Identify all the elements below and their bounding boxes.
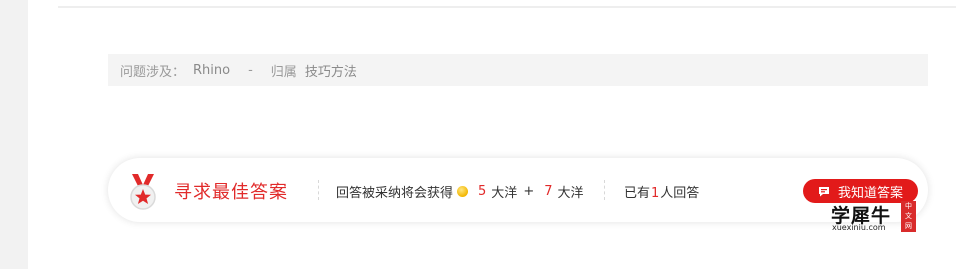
logo-url: xuexiniu.com: [832, 223, 886, 232]
reward-unit: 大洋: [491, 186, 518, 201]
plus-sign: +: [523, 184, 535, 199]
bonus-amount: 7: [544, 184, 553, 199]
topic-separator: -: [248, 62, 253, 78]
coin-icon: [457, 186, 469, 197]
topic-label: 问题涉及：: [120, 64, 186, 80]
answered-prefix: 已有: [624, 186, 651, 201]
topic-category-label: 归属: [270, 64, 297, 80]
answered-count: 1: [651, 186, 660, 201]
answered-suffix: 人回答: [660, 186, 700, 201]
topic-category-link[interactable]: 技巧方法: [305, 61, 357, 80]
reward-prefix: 回答被采纳将会获得: [336, 186, 454, 201]
topic-product-link[interactable]: Rhino: [193, 63, 230, 78]
button-label: 我知道答案: [837, 185, 903, 201]
divider: [318, 180, 319, 200]
logo-tag: 中文网: [901, 201, 916, 232]
answer-count: 已有1人回答: [624, 182, 699, 201]
seek-answer-title: 寻求最佳答案: [174, 182, 288, 203]
reward-amount: 5: [478, 184, 487, 199]
answer-bar: 寻求最佳答案 回答被采纳将会获得 5 大洋 + 7 大洋 已有1人回答 我知道答…: [108, 158, 928, 222]
i-know-answer-button[interactable]: 我知道答案: [803, 179, 918, 203]
chat-icon: [818, 186, 829, 196]
bonus-unit: 大洋: [557, 186, 584, 201]
topic-bar: 问题涉及： Rhino - 归属 技巧方法: [108, 54, 928, 86]
medal-icon: [130, 174, 156, 210]
left-rail: [0, 0, 28, 269]
watermark-logo: 学犀牛 xuexiniu.com 中文网: [831, 201, 917, 233]
top-divider: [58, 6, 956, 8]
reward-info: 回答被采纳将会获得 5 大洋 + 7 大洋: [336, 182, 584, 201]
divider: [604, 180, 605, 200]
